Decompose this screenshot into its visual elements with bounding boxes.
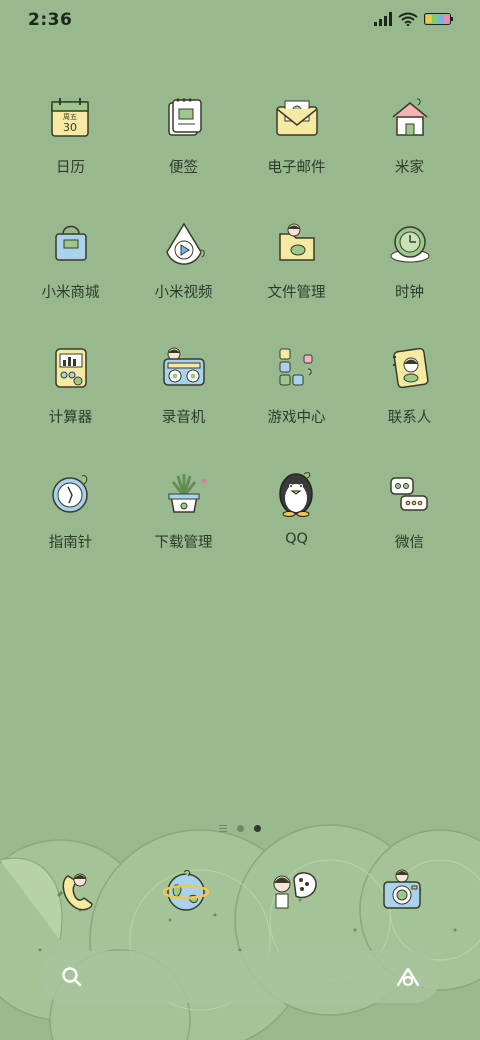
app-label: 小米视频	[154, 285, 213, 301]
app-label: 电子邮件	[267, 160, 326, 176]
search-bar[interactable]	[40, 951, 440, 1003]
clock-icon	[380, 213, 440, 273]
app-label: 时钟	[395, 285, 424, 301]
app-calendar[interactable]: 周五 30 日历	[14, 88, 127, 179]
svg-text:♥: ♥	[201, 478, 207, 486]
app-notes[interactable]: 便签	[127, 88, 240, 179]
app-label: 录音机	[161, 410, 206, 426]
recorder-icon	[154, 338, 214, 398]
chat-bubbles-icon	[380, 463, 440, 523]
page-dot-active[interactable]	[254, 825, 261, 832]
app-calculator[interactable]: 计算器	[14, 338, 127, 429]
game-blocks-icon	[267, 338, 327, 398]
app-label: QQ	[285, 531, 308, 547]
penguin-icon	[267, 463, 327, 523]
app-compass[interactable]: 指南针	[14, 463, 127, 554]
app-game-center[interactable]: 游戏中心	[240, 338, 353, 429]
app-label: 便签	[169, 160, 198, 176]
folder-icon	[267, 213, 327, 273]
status-bar: 2:36	[0, 0, 480, 40]
assistant-icon[interactable]	[394, 965, 422, 989]
app-label: 联系人	[387, 410, 432, 426]
app-label: 米家	[395, 160, 424, 176]
calendar-weekday: 周五	[63, 113, 77, 121]
app-contacts[interactable]: 联系人	[353, 338, 466, 429]
app-grid: 周五 30 日历 便签 电子邮件 米家 小米商城 小米视频 文件管理 时钟 计算…	[14, 88, 466, 554]
contacts-icon	[380, 338, 440, 398]
home-icon	[380, 88, 440, 148]
dock-messages[interactable]	[264, 860, 324, 920]
calendar-day: 30	[63, 121, 77, 134]
app-email[interactable]: 电子邮件	[240, 88, 353, 179]
calendar-icon: 周五 30	[41, 88, 101, 148]
app-label: 日历	[56, 160, 85, 176]
notes-icon	[154, 88, 214, 148]
app-download-manager[interactable]: ♥ 下载管理	[127, 463, 240, 554]
app-recorder[interactable]: 录音机	[127, 338, 240, 429]
battery-icon	[424, 13, 453, 25]
app-label: 小米商城	[41, 285, 100, 301]
status-time: 2:36	[28, 10, 73, 30]
dock-browser[interactable]	[156, 860, 216, 920]
phone-icon	[56, 873, 93, 911]
kiwi-background-art	[0, 824, 480, 1040]
app-mi-video[interactable]: 小米视频	[127, 213, 240, 304]
dock-phone[interactable]	[48, 860, 108, 920]
app-clock[interactable]: 时钟	[353, 213, 466, 304]
compass-icon	[41, 463, 101, 523]
app-label: 指南针	[48, 535, 93, 551]
plant-download-icon: ♥	[154, 463, 214, 523]
app-file-manager[interactable]: 文件管理	[240, 213, 353, 304]
wifi-icon	[398, 12, 418, 26]
email-icon	[267, 88, 327, 148]
app-label: 游戏中心	[267, 410, 326, 426]
messages-icon	[273, 872, 317, 909]
page-indicator[interactable]	[0, 825, 480, 832]
page-dot[interactable]	[237, 825, 244, 832]
search-icon[interactable]	[60, 965, 84, 989]
app-label: 文件管理	[267, 285, 326, 301]
camera-icon	[383, 869, 421, 909]
app-wechat[interactable]: 微信	[353, 463, 466, 554]
dock-camera[interactable]	[372, 860, 432, 920]
app-mijia[interactable]: 米家	[353, 88, 466, 179]
app-qq[interactable]: QQ	[240, 463, 353, 554]
shopping-bag-icon	[41, 213, 101, 273]
app-label: 微信	[395, 535, 424, 551]
dock	[0, 860, 480, 930]
video-icon	[154, 213, 214, 273]
app-label: 计算器	[48, 410, 93, 426]
calculator-icon	[41, 338, 101, 398]
browser-globe-icon	[162, 869, 210, 911]
status-icons	[374, 12, 454, 26]
app-label: 下载管理	[154, 535, 213, 551]
app-mi-store[interactable]: 小米商城	[14, 213, 127, 304]
signal-icon	[374, 12, 392, 26]
page-indicator-home-lines[interactable]	[219, 825, 227, 832]
